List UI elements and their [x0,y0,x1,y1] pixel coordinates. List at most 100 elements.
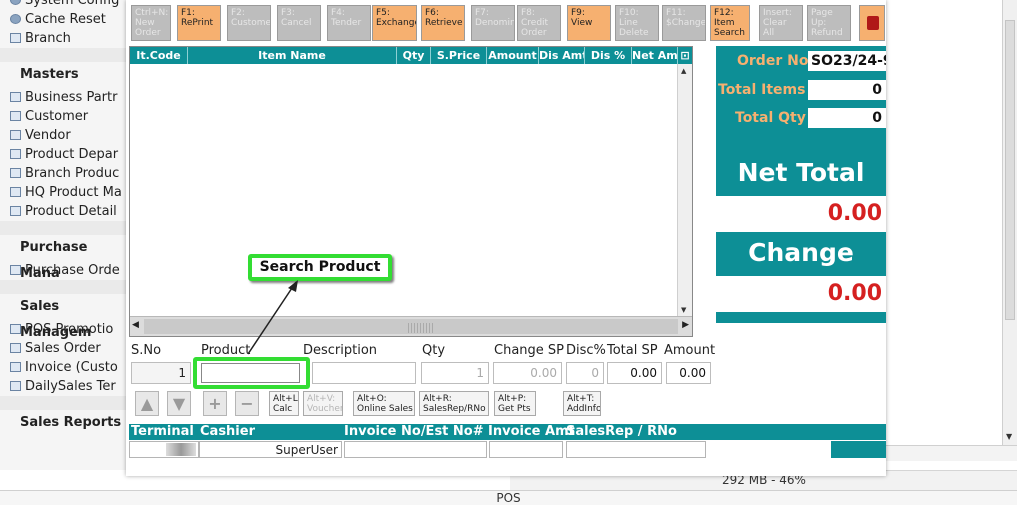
window-icon [10,149,21,159]
sidebar-item-branch-product[interactable]: Branch Produc [0,164,129,183]
total-qty-label: Total Qty [735,110,806,126]
scroll-down-icon[interactable]: ▼ [681,306,686,314]
invoice-amt-label: Invoice Amt [488,424,575,439]
col-dis-amt[interactable]: Dis Amt [539,47,585,64]
sidebar-item-customer[interactable]: Customer [0,107,129,126]
callout-arrow-icon [247,280,298,355]
sidebar-item-product-department[interactable]: Product Depar [0,145,129,164]
move-down-icon[interactable]: ▼ [167,391,191,416]
col-it-code[interactable]: It.Code [130,47,188,64]
order-no-row: Order No SO23/24-9 [716,50,886,72]
cancel-button[interactable]: F3: Cancel [277,5,321,41]
col-dis-pct[interactable]: Dis % [585,47,632,64]
refund-button[interactable]: Page Up: Refund [807,5,851,41]
add-info-button[interactable]: Alt+T: AddInfo [563,391,601,416]
calc-button[interactable]: Alt+L: Calc [269,391,299,416]
sidebar-item-business-partner[interactable]: Business Partr [0,88,129,107]
sno-field: 1 [131,362,191,384]
col-qty[interactable]: Qty [397,47,431,64]
change-button[interactable]: F11: $Change [662,5,706,41]
order-no-value: SO23/24-9 [808,51,886,71]
window-icon [10,130,21,140]
background-scroll-thumb[interactable] [1005,20,1015,320]
online-sales-button[interactable]: Alt+O: Online Sales [353,391,415,416]
view-button[interactable]: F9: View [567,5,611,41]
scroll-right-icon[interactable]: ▶ [682,320,689,330]
sidebar-gap [0,48,129,62]
tender-button[interactable]: F4: Tender [327,5,371,41]
order-no-label: Order No [737,53,809,69]
hscroll-track[interactable] [144,319,678,334]
col-amount[interactable]: Amount [487,47,539,64]
scroll-down-icon[interactable]: ▼ [1006,432,1012,441]
sidebar-item-cache-reset[interactable]: Cache Reset [0,10,129,29]
amount-field: 0.00 [666,362,711,384]
sidebar-gap [0,221,129,235]
change-sp-label: Change SP [494,343,564,358]
window-icon [10,33,21,43]
col-s-price[interactable]: S.Price [431,47,487,64]
function-key-bar: Ctrl+N: New Order F1: RePrint F2: Customer … [126,0,886,46]
retrieve-button[interactable]: F6: Retrieve [421,5,465,41]
salesrep-button[interactable]: Alt+R: SalesRep/RNo [419,391,489,416]
cashier-label: Cashier [200,424,255,439]
window-icon [10,362,21,372]
denomination-button[interactable]: F7:Denomination [471,5,515,41]
description-field[interactable] [312,362,416,384]
change-sp-field[interactable]: 0.00 [493,362,562,384]
scroll-up-icon[interactable]: ▲ [681,67,686,75]
voucher-button[interactable]: Alt+V: Voucher [303,391,343,416]
item-search-button[interactable]: F12: Item Search [710,5,750,41]
line-delete-button[interactable]: F10: Line Delete [615,5,659,41]
item-grid: It.Code Item Name Qty S.Price Amount Dis… [129,46,693,337]
sidebar: System Config Cache Reset Branch Masters… [0,0,130,470]
product-input[interactable] [201,363,300,383]
credit-order-button[interactable]: F8: Credit Order [517,5,561,41]
new-order-button[interactable]: Ctrl+N: New Order [131,5,171,41]
clear-all-button[interactable]: Insert: Clear All [759,5,803,41]
total-items-value: 0 [808,80,886,100]
col-net-amt[interactable]: Net Amt [632,47,678,64]
sidebar-item-product-detail[interactable]: Product Detail [0,202,129,221]
background-scrollbar[interactable]: ▼ [1002,0,1017,445]
reprint-button[interactable]: F1: RePrint [177,5,221,41]
background-panel [886,0,1017,460]
scroll-left-icon[interactable]: ◀ [132,320,139,330]
sidebar-item-branch[interactable]: Branch [0,29,129,48]
exit-icon [867,16,879,30]
sidebar-item-pos-promotion[interactable]: POS Promotio [0,320,129,339]
disc-field[interactable]: 0 [566,362,604,384]
remove-icon[interactable]: − [235,391,259,416]
get-pts-button[interactable]: Alt+P: Get Pts [494,391,536,416]
grid-horizontal-scrollbar[interactable]: ◀ ▶ [130,316,692,336]
sidebar-section-masters[interactable]: Masters [0,62,129,88]
sno-label: S.No [131,343,162,358]
hscroll-grip[interactable] [408,323,434,333]
add-icon[interactable]: + [203,391,227,416]
sidebar-item-dailysales[interactable]: DailySales Ter [0,377,129,396]
col-item-name[interactable]: Item Name [188,47,397,64]
total-items-row: Total Items 0 [716,79,886,101]
sidebar-item-invoice[interactable]: Invoice (Custo [0,358,129,377]
sidebar-item-sales-order[interactable]: Sales Order [0,339,129,358]
invoice-no-value [344,441,487,458]
grid-vertical-scrollbar[interactable]: ▲ ▼ [677,64,692,317]
sidebar-item-system-config[interactable]: System Config [0,0,129,10]
exchange-button[interactable]: F5: Exchange [372,5,417,41]
status-bar: POS [0,490,1017,505]
column-chooser-icon[interactable]: ⊡ [678,47,692,64]
sidebar-item-vendor[interactable]: Vendor [0,126,129,145]
checkbox-icon [10,381,21,391]
sidebar-section-sales[interactable]: Sales Managem [0,294,129,340]
exit-button[interactable] [859,5,885,41]
customer-button[interactable]: F2: Customer [227,5,271,41]
window-icon [10,343,21,353]
change-label: Change [748,238,854,267]
sidebar-item-purchase-order[interactable]: Purchase Orde [0,261,129,280]
sidebar-section-purchase[interactable]: Purchase Mana [0,235,129,281]
move-up-icon[interactable]: ▲ [135,391,159,416]
sidebar-section-sales-reports[interactable]: Sales Reports [0,410,129,436]
net-total-value: 0.00 [716,196,886,232]
qty-field[interactable]: 1 [421,362,489,384]
sidebar-item-hq-product[interactable]: HQ Product Ma [0,183,129,202]
